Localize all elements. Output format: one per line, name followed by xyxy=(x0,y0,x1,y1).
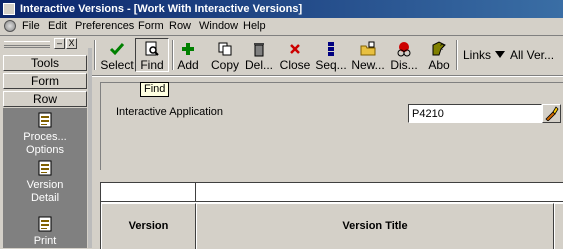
sequence-button[interactable]: Seq... xyxy=(314,39,348,73)
toolbar: Select Find Add Copy Del... Close Seq...… xyxy=(92,36,563,74)
column-header-version-title[interactable]: Version Title xyxy=(196,203,554,249)
delete-label: Del... xyxy=(244,58,273,72)
select-label: Select xyxy=(100,58,134,72)
sidebar-scrollbar[interactable] xyxy=(88,48,92,248)
sidebar-item-version-detail[interactable]: Version Detail xyxy=(3,160,87,205)
sidebar-grip-line xyxy=(4,45,50,46)
copy-icon xyxy=(218,42,232,56)
menu-file[interactable]: File xyxy=(22,20,40,32)
flashlight-icon xyxy=(545,106,559,121)
sidebar-form-button[interactable]: Form xyxy=(3,73,87,89)
sidebar-item-processing-options[interactable]: Proces... Options xyxy=(3,112,87,157)
sidebar-tools-button[interactable]: Tools xyxy=(3,55,87,71)
app-icon xyxy=(3,3,15,15)
sidebar-minimize-button[interactable]: – xyxy=(54,38,65,49)
document-list-icon xyxy=(38,160,52,176)
add-button[interactable]: Add xyxy=(171,39,205,73)
sequence-label: Seq... xyxy=(315,58,347,72)
sidebar-item-label: Detail xyxy=(30,192,60,204)
find-label: Find xyxy=(140,58,164,72)
sidebar-row-button[interactable]: Row xyxy=(3,91,87,107)
toolbar-separator xyxy=(456,40,458,70)
menu-row[interactable]: Row xyxy=(169,20,191,32)
menu-preferences[interactable]: Preferences xyxy=(75,20,134,32)
add-label: Add xyxy=(177,58,199,72)
qbe-column-divider xyxy=(195,183,196,201)
display-button[interactable]: Dis... xyxy=(387,39,421,73)
select-button[interactable]: Select xyxy=(100,39,134,73)
toolbar-divider xyxy=(92,75,563,77)
checkmark-icon xyxy=(109,43,125,56)
versions-grid: Version Version Title xyxy=(100,182,563,249)
sidebar-item-label: Version xyxy=(26,179,64,191)
menu-edit[interactable]: Edit xyxy=(48,20,67,32)
about-icon: ? xyxy=(432,41,446,56)
trash-icon xyxy=(254,43,264,57)
visual-assist-button[interactable] xyxy=(542,104,561,123)
document-list-icon xyxy=(38,112,52,128)
copy-label: Copy xyxy=(210,58,239,72)
close-label: Close xyxy=(279,58,311,72)
document-list-icon xyxy=(38,216,52,232)
sidebar-item-print[interactable]: Print xyxy=(3,216,87,248)
delete-button[interactable]: Del... xyxy=(242,39,276,73)
menu-help[interactable]: Help xyxy=(243,20,266,32)
sidebar-close-button[interactable]: X xyxy=(66,38,77,49)
display-icon xyxy=(397,42,411,57)
links-label[interactable]: Links xyxy=(463,48,491,62)
sidebar-row-panel: Proces... Options Version Detail Print xyxy=(3,108,87,248)
menu-bar: File Edit Preferences Form Row Window He… xyxy=(0,18,563,36)
about-button[interactable]: ? Abo xyxy=(422,39,456,73)
interactive-application-input[interactable] xyxy=(408,104,542,123)
all-versions-link[interactable]: All Ver... xyxy=(510,48,554,62)
new-folder-icon xyxy=(360,41,376,56)
dropdown-arrow-icon[interactable] xyxy=(495,51,505,59)
sequence-icon xyxy=(328,42,334,56)
query-by-example-row[interactable] xyxy=(101,183,563,202)
interactive-application-label: Interactive Application xyxy=(116,106,224,118)
svg-text:?: ? xyxy=(440,43,445,52)
sidebar-item-label: Proces... xyxy=(23,131,67,143)
sidebar-header: – X xyxy=(2,38,90,50)
column-header-extra[interactable] xyxy=(554,203,563,249)
column-header-version[interactable]: Version xyxy=(101,203,196,249)
plus-icon xyxy=(182,43,194,55)
system-menu-icon[interactable] xyxy=(4,20,16,32)
toolbar-grip[interactable] xyxy=(94,40,96,70)
about-label: Abo xyxy=(428,58,450,72)
form-header-area xyxy=(100,82,563,170)
title-bar[interactable]: Interactive Versions - [Work With Intera… xyxy=(0,0,563,18)
exit-bar-sidebar: – X Tools Form Row Proces... Options Ver… xyxy=(0,36,92,248)
find-icon xyxy=(145,41,159,56)
window-title: Interactive Versions - [Work With Intera… xyxy=(20,3,303,15)
find-button[interactable]: Find xyxy=(135,38,169,72)
sidebar-item-label: Options xyxy=(26,144,64,156)
new-label: New... xyxy=(351,58,385,72)
close-button[interactable]: Close xyxy=(278,39,312,73)
find-tooltip: Find xyxy=(140,82,170,97)
display-label: Dis... xyxy=(390,58,418,72)
menu-form[interactable]: Form xyxy=(138,20,164,32)
sidebar-item-label: Print xyxy=(33,235,57,247)
menu-window[interactable]: Window xyxy=(199,20,238,32)
copy-button[interactable]: Copy xyxy=(208,39,242,73)
new-button[interactable]: New... xyxy=(351,39,385,73)
close-x-icon xyxy=(290,44,300,54)
